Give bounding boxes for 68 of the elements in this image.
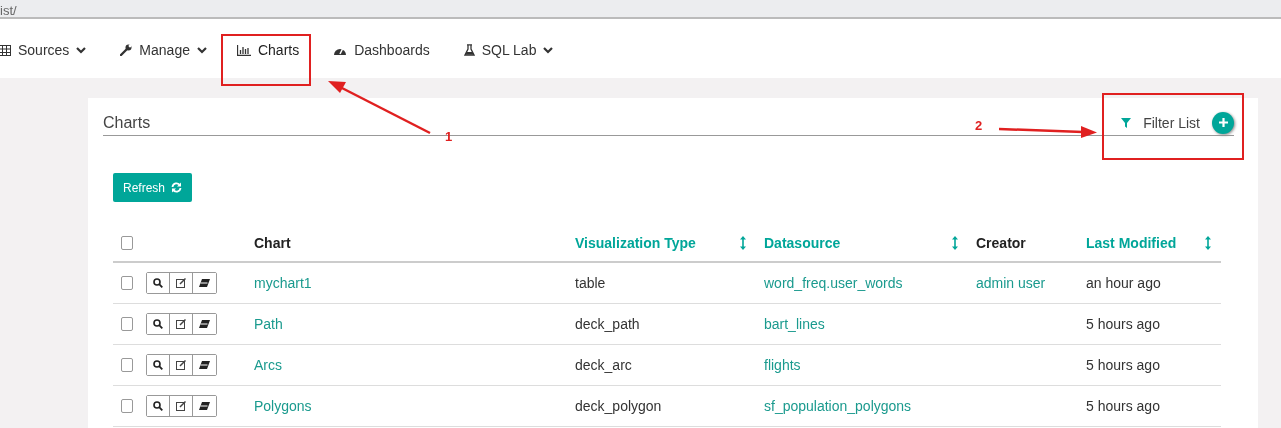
sort-icon[interactable]	[1205, 235, 1211, 250]
column-header: Creator	[976, 234, 1026, 251]
refresh-icon	[171, 182, 183, 193]
sortable-column-header[interactable]: Datasource	[764, 234, 841, 251]
eraser-icon	[199, 320, 210, 328]
chart-link[interactable]: Path	[254, 316, 283, 332]
chart-link[interactable]: mychart1	[254, 275, 312, 291]
datasource-link[interactable]: bart_lines	[764, 316, 825, 332]
edit-icon	[175, 401, 187, 411]
row-checkbox[interactable]	[121, 276, 133, 290]
caret-icon	[76, 46, 87, 54]
nav-link[interactable]: Sources	[0, 42, 87, 58]
nav-link[interactable]: SQL Lab	[463, 42, 554, 58]
filter-list-link[interactable]: Filter List	[1121, 114, 1200, 131]
annotation-number: 2	[975, 118, 983, 133]
search-icon	[153, 319, 163, 329]
search-button[interactable]	[147, 314, 170, 334]
search-button[interactable]	[147, 355, 170, 375]
sortable-column-header[interactable]: Visualization Type	[575, 234, 696, 251]
panel-title: Charts	[103, 113, 151, 132]
table-cell: deck_polygon	[575, 398, 662, 414]
search-button[interactable]	[147, 273, 170, 293]
select-all-checkbox[interactable]	[121, 235, 133, 250]
caret-icon	[543, 46, 554, 54]
table-cell: 5 hours ago	[1086, 357, 1160, 373]
row-checkbox[interactable]	[121, 399, 133, 413]
url-text: ist/	[0, 4, 17, 17]
plus-icon	[1218, 118, 1228, 127]
search-button[interactable]	[147, 396, 170, 416]
table-cell: 5 hours ago	[1086, 316, 1160, 332]
nav-link[interactable]: Charts	[236, 42, 300, 58]
table-cell: table	[575, 275, 606, 291]
eraser-icon	[199, 402, 210, 410]
row-checkbox[interactable]	[121, 358, 133, 372]
search-icon	[153, 401, 163, 411]
annotation-number: 1	[445, 129, 453, 144]
caret-icon	[196, 46, 207, 54]
datasource-link[interactable]: word_freq.user_words	[764, 275, 903, 291]
table-icon	[0, 44, 11, 56]
search-icon	[153, 278, 163, 288]
sortable-column-header[interactable]: Last Modified	[1086, 234, 1177, 251]
chart-link[interactable]: Arcs	[254, 357, 282, 373]
datasource-link[interactable]: flights	[764, 357, 801, 373]
wrench-icon	[120, 44, 133, 56]
eraser-icon	[199, 361, 210, 369]
nav-link[interactable]: Dashboards	[333, 42, 430, 58]
filter-icon	[1121, 117, 1132, 128]
add-button[interactable]	[1212, 111, 1234, 134]
row-checkbox[interactable]	[121, 317, 133, 331]
refresh-button[interactable]: Refresh	[113, 173, 193, 202]
nav-link[interactable]: Manage	[120, 42, 207, 58]
creator-link[interactable]: admin user	[976, 275, 1046, 291]
table-cell: 5 hours ago	[1086, 398, 1160, 414]
datasource-link[interactable]: sf_population_polygons	[764, 398, 912, 414]
flask-icon	[463, 44, 475, 56]
table-cell: an hour ago	[1086, 275, 1161, 291]
table-cell: deck_path	[575, 316, 640, 332]
column-header: Chart	[254, 234, 291, 251]
edit-icon	[175, 360, 187, 370]
edit-icon	[175, 319, 187, 329]
search-icon	[153, 360, 163, 370]
bar-chart-icon	[236, 44, 251, 56]
table-cell: deck_arc	[575, 357, 632, 373]
eraser-icon	[199, 279, 210, 287]
edit-icon	[175, 278, 187, 288]
sort-icon[interactable]	[952, 235, 958, 250]
sort-icon[interactable]	[740, 235, 746, 250]
chart-link[interactable]: Polygons	[254, 398, 312, 414]
